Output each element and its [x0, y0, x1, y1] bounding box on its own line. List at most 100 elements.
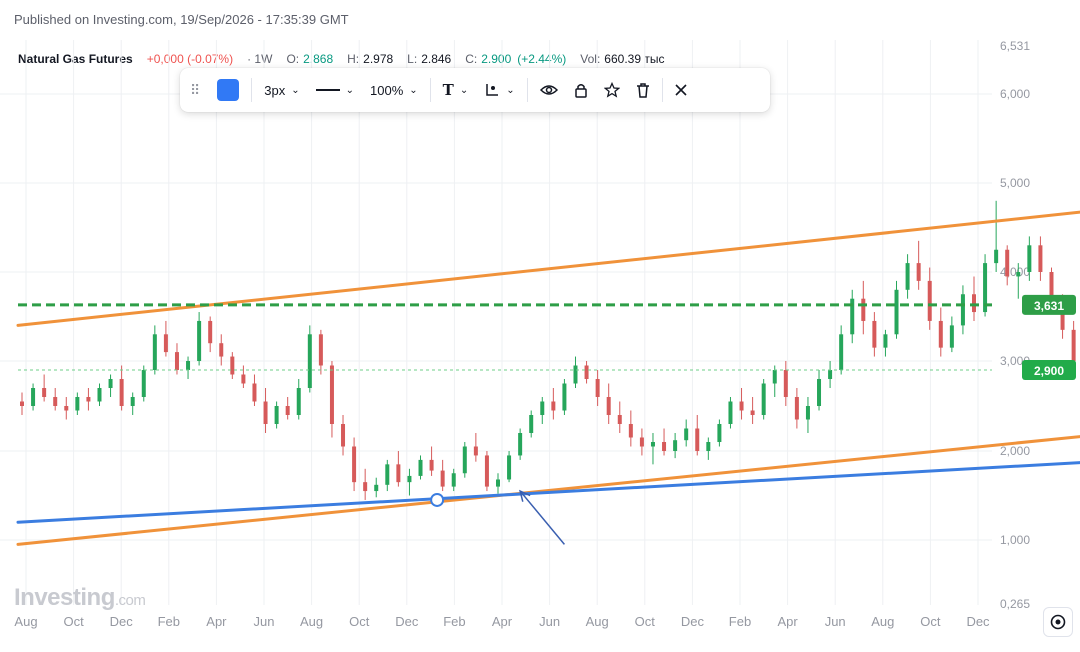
- candle-body: [938, 320, 943, 348]
- candle-body: [208, 320, 213, 344]
- candle-body: [75, 397, 80, 411]
- candle-body: [650, 442, 655, 447]
- x-tick-label: Oct: [920, 614, 941, 629]
- candle-body: [772, 370, 777, 384]
- favorite-button[interactable]: [596, 74, 628, 106]
- candle-body: [329, 365, 334, 424]
- line-style-button[interactable]: ⌄: [308, 74, 362, 106]
- candle-body: [739, 401, 744, 411]
- candle-body: [141, 370, 146, 397]
- candle-body: [241, 374, 246, 384]
- candle-body: [518, 433, 523, 456]
- candle-body: [352, 446, 357, 483]
- candle-body: [1071, 329, 1076, 361]
- candle-body: [407, 475, 412, 483]
- candle-body: [219, 343, 224, 357]
- close-toolbar-button[interactable]: [667, 74, 695, 106]
- candle-body: [540, 401, 545, 415]
- opacity-button[interactable]: 100% ⌄: [362, 74, 426, 106]
- x-tick-label: Dec: [966, 614, 990, 629]
- candle-body: [972, 294, 976, 313]
- marker-button[interactable]: ⌄: [476, 74, 522, 106]
- x-tick-label: Jun: [825, 614, 846, 629]
- candle-body: [385, 464, 390, 485]
- candle-body: [174, 352, 179, 370]
- candle-body: [662, 442, 667, 451]
- candle-body: [894, 289, 899, 335]
- candle-body: [53, 397, 58, 406]
- eye-icon: [539, 85, 558, 95]
- x-tick-label: Jun: [539, 614, 560, 629]
- lock-icon: [574, 84, 587, 98]
- delete-button[interactable]: [628, 74, 658, 106]
- x-tick-label: Aug: [300, 614, 323, 629]
- candle-body: [31, 388, 36, 406]
- candle-body: [783, 370, 788, 397]
- candle-body: [1038, 245, 1043, 272]
- marker-icon: [486, 84, 499, 96]
- candle-body: [252, 383, 257, 402]
- candle-body: [949, 325, 954, 348]
- candle-body: [828, 370, 833, 379]
- toolbar-divider: [251, 78, 253, 102]
- candle-body: [484, 455, 489, 487]
- x-tick-label: Aug: [871, 614, 894, 629]
- candle-body: [706, 442, 711, 451]
- candle-body: [429, 459, 434, 471]
- candle-body: [617, 415, 622, 424]
- candle-body: [584, 365, 589, 379]
- line-width-button[interactable]: 3px ⌄: [256, 74, 307, 106]
- candle-body: [1005, 249, 1010, 277]
- candle-body: [451, 473, 456, 487]
- x-tick-label: Feb: [158, 614, 180, 629]
- candle-body: [108, 379, 113, 388]
- toolbar-divider: [661, 78, 663, 102]
- lower-channel: [16, 435, 1080, 546]
- candle-body: [573, 365, 578, 384]
- candle-body: [905, 263, 910, 290]
- text-button[interactable]: T ⌄: [435, 74, 477, 106]
- trash-icon: [636, 83, 649, 98]
- drawing-toolbar: ⠿ 3px ⌄ ⌄ 100% ⌄ T ⌄ ⌄: [180, 68, 770, 112]
- toolbar-divider: [429, 78, 431, 102]
- x-tick-label: Oct: [63, 614, 84, 629]
- price-label-text: 3,631: [1034, 299, 1064, 313]
- candle-body: [186, 361, 191, 370]
- candle-body: [794, 397, 799, 420]
- candle-body: [42, 388, 47, 397]
- candle-body: [230, 356, 235, 375]
- line-style-icon: [315, 89, 340, 91]
- line-width-label: 3px: [264, 82, 286, 98]
- x-tick-label: Aug: [586, 614, 609, 629]
- candle-body: [20, 401, 24, 406]
- logo-suffix: .com: [114, 592, 146, 609]
- x-tick-label: Dec: [110, 614, 134, 629]
- annotation-arrow: [519, 490, 565, 545]
- visibility-button[interactable]: [532, 74, 566, 106]
- line-color-button[interactable]: [209, 74, 247, 106]
- chevron-down-icon: ⌄: [291, 84, 300, 96]
- chevron-down-icon: ⌄: [409, 84, 418, 96]
- chart-settings-button[interactable]: [1043, 607, 1073, 637]
- lock-button[interactable]: [566, 74, 596, 106]
- x-tick-label: Oct: [635, 614, 656, 629]
- x-tick-label: Oct: [349, 614, 370, 629]
- candle-body: [927, 280, 932, 321]
- candle-body: [363, 482, 368, 492]
- candle-body: [750, 410, 755, 415]
- candle-body: [673, 440, 678, 451]
- toolbar-divider: [526, 78, 528, 102]
- drag-handle-icon[interactable]: ⠿: [180, 74, 209, 106]
- candle-body: [507, 455, 512, 480]
- candle-body: [817, 379, 822, 406]
- candle-body: [960, 294, 965, 326]
- y-tick-label: 2,000: [1000, 444, 1030, 458]
- candle-body: [628, 424, 633, 438]
- candle-body: [130, 397, 135, 406]
- candle-body: [64, 406, 69, 411]
- y-tick-label: 6,000: [1000, 87, 1030, 101]
- candle-body: [396, 464, 401, 483]
- candle-body: [462, 446, 467, 474]
- chevron-down-icon: ⌄: [506, 84, 515, 96]
- candle-body: [606, 397, 611, 415]
